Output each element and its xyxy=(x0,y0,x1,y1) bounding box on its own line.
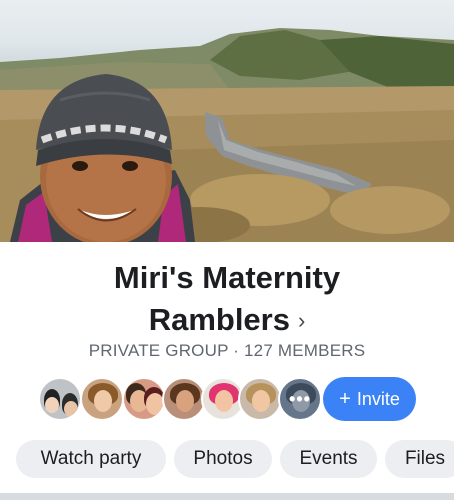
group-name-line-1[interactable]: Miri's Maternity xyxy=(114,260,340,295)
member-avatar-6[interactable] xyxy=(238,377,282,421)
invite-button[interactable]: + Invite xyxy=(323,377,416,421)
cover-photo[interactable] xyxy=(0,0,454,242)
tab-photos-label: Photos xyxy=(193,448,253,469)
tab-watch-party-label: Watch party xyxy=(40,448,142,469)
member-avatar-4[interactable] xyxy=(162,377,206,421)
group-title[interactable]: Miri's Maternity xyxy=(0,256,454,299)
group-title-continued[interactable]: Ramblers › xyxy=(0,298,454,342)
member-avatar-1[interactable] xyxy=(38,377,82,421)
tab-files[interactable]: Files xyxy=(385,440,454,478)
member-avatar-3[interactable] xyxy=(122,377,166,421)
tab-events-label: Events xyxy=(299,448,358,469)
tab-photos[interactable]: Photos xyxy=(174,440,272,478)
more-dots-icon[interactable]: ••• xyxy=(280,389,320,410)
tab-watch-party[interactable]: Watch party xyxy=(16,440,166,478)
section-divider xyxy=(0,493,454,500)
group-page: Miri's Maternity Ramblers › PRIVATE GROUP… xyxy=(0,0,454,500)
chevron-right-icon[interactable]: › xyxy=(298,299,305,342)
invite-button-label: Invite xyxy=(356,388,400,409)
tab-files-label: Files xyxy=(404,448,446,469)
plus-icon: + xyxy=(339,387,351,410)
group-name-line-2[interactable]: Ramblers xyxy=(149,302,290,337)
member-avatar-7[interactable]: ••• xyxy=(278,377,322,421)
member-avatar-2[interactable] xyxy=(80,377,124,421)
cover-photo-illustration xyxy=(0,28,454,242)
group-privacy-and-member-count: PRIVATE GROUP · 127 MEMBERS xyxy=(88,341,366,360)
tab-events[interactable]: Events xyxy=(280,440,377,478)
